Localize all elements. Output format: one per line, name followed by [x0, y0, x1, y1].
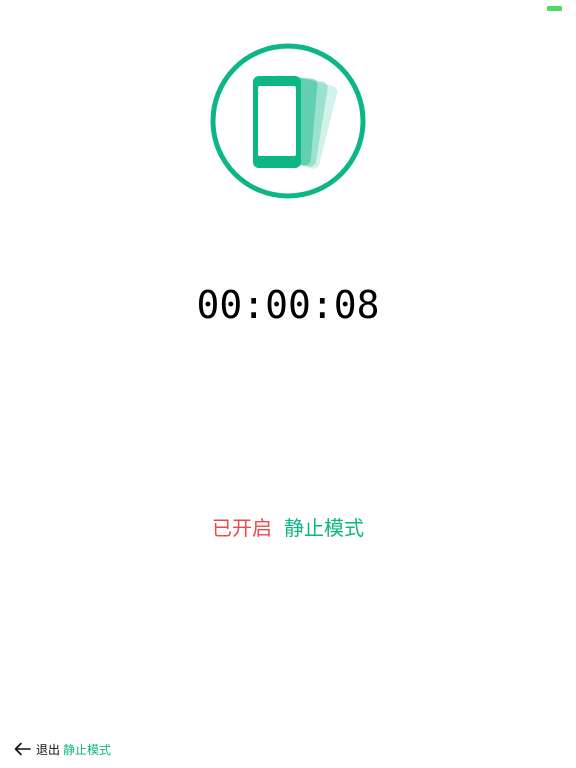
mode-status: 已开启 静止模式 — [0, 513, 576, 543]
app-screen: 00:00:08 已开启 静止模式 退出 静止模式 — [0, 0, 576, 768]
battery-icon — [547, 6, 562, 11]
arrow-left-icon — [14, 742, 31, 756]
status-mode-label: 静止模式 — [284, 516, 364, 540]
status-enabled-label: 已开启 — [212, 516, 272, 540]
exit-mode-label: 静止模式 — [63, 742, 112, 757]
exit-mode-button[interactable]: 退出 静止模式 — [14, 738, 111, 760]
exit-label: 退出 — [36, 742, 61, 757]
phone-shake-icon — [210, 43, 366, 199]
elapsed-timer: 00:00:08 — [196, 283, 380, 327]
